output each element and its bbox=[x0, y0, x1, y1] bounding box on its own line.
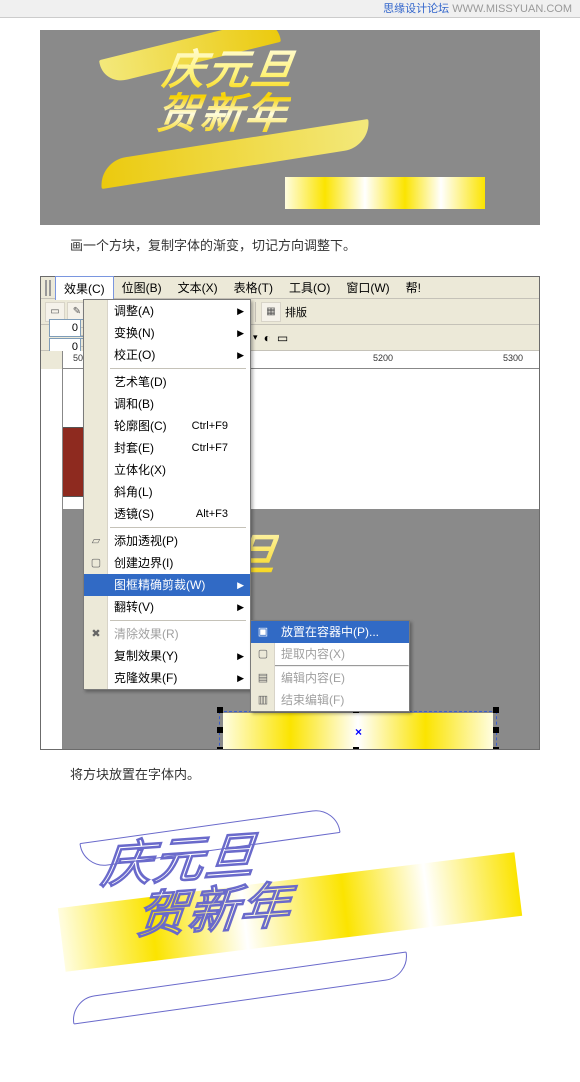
figure-3: 庆元旦 贺新年 bbox=[40, 805, 540, 1055]
menu-item-clone-effect[interactable]: 克隆效果(F)▶ bbox=[84, 667, 250, 689]
hotkey-label: Ctrl+F7 bbox=[192, 437, 228, 459]
caption-2: 将方块放置在字体内。 bbox=[70, 764, 580, 783]
menu-item-adjust[interactable]: 调整(A)▶ bbox=[84, 300, 250, 322]
menu-item-transform[interactable]: 变换(N)▶ bbox=[84, 322, 250, 344]
menu-item-add-perspective[interactable]: ▱添加透视(P) bbox=[84, 530, 250, 552]
selection-center-icon[interactable]: × bbox=[355, 725, 365, 735]
menu-effects[interactable]: 效果(C) bbox=[55, 276, 114, 300]
perspective-icon: ▱ bbox=[88, 533, 104, 549]
site-header: 思缘设计论坛 WWW.MISSYUAN.COM bbox=[0, 0, 580, 18]
menu-item-envelope[interactable]: 封套(E)Ctrl+F7 bbox=[84, 437, 250, 459]
menu-table[interactable]: 表格(T) bbox=[226, 276, 281, 299]
menu-item-flip[interactable]: 翻转(V)▶ bbox=[84, 596, 250, 618]
menu-item-place-in-container[interactable]: ▣放置在容器中(P)... bbox=[251, 621, 409, 643]
submenu-arrow-icon: ▶ bbox=[237, 645, 244, 667]
separator bbox=[255, 302, 256, 322]
selection-handle[interactable] bbox=[217, 707, 223, 713]
dropdown-arrow-icon[interactable]: ▾ bbox=[253, 332, 258, 343]
selection-handle[interactable] bbox=[493, 707, 499, 713]
hotkey-label: Alt+F3 bbox=[196, 503, 228, 525]
menu-item-lens[interactable]: 透镜(S)Alt+F3 bbox=[84, 503, 250, 525]
menu-item-extract: ▢提取内容(X) bbox=[251, 643, 409, 665]
menubar-handle[interactable] bbox=[45, 280, 51, 296]
coreldraw-window: 效果(C) 位图(B) 文本(X) 表格(T) 工具(O) 窗口(W) 帮! ▭… bbox=[40, 276, 540, 750]
outline-line-2: 贺新年 bbox=[134, 879, 294, 942]
selection-handle[interactable] bbox=[493, 727, 499, 733]
menu-item-art-pen[interactable]: 艺术笔(D) bbox=[84, 371, 250, 393]
submenu-arrow-icon: ▶ bbox=[237, 596, 244, 618]
site-name: 思缘设计论坛 bbox=[383, 3, 449, 15]
layout-label: 排版 bbox=[285, 304, 307, 320]
ruler-label: 5200 bbox=[373, 353, 393, 363]
gold-text-art: 庆元旦 贺新年 bbox=[154, 48, 298, 136]
selection-handle[interactable] bbox=[493, 747, 499, 749]
outline-text: 庆元旦 贺新年 bbox=[93, 826, 299, 944]
submenu-arrow-icon: ▶ bbox=[237, 667, 244, 689]
submenu-arrow-icon: ▶ bbox=[237, 574, 244, 596]
submenu-arrow-icon: ▶ bbox=[237, 344, 244, 366]
ruler-label: 5300 bbox=[503, 353, 523, 363]
edit-icon: ▤ bbox=[255, 670, 271, 686]
menu-text[interactable]: 文本(X) bbox=[170, 276, 226, 299]
menu-item-extrude[interactable]: 立体化(X) bbox=[84, 459, 250, 481]
menu-separator bbox=[110, 368, 246, 369]
menu-item-clear-effect: ✖清除效果(R) bbox=[84, 623, 250, 645]
menu-separator bbox=[110, 527, 246, 528]
vertical-ruler bbox=[41, 369, 63, 749]
menu-window[interactable]: 窗口(W) bbox=[338, 276, 397, 299]
menu-help[interactable]: 帮! bbox=[398, 276, 429, 299]
figure-1: 庆元旦 贺新年 bbox=[40, 30, 540, 225]
effects-menu-dropdown: 调整(A)▶ 变换(N)▶ 校正(O)▶ 艺术笔(D) 调和(B) 轮廓图(C)… bbox=[83, 299, 251, 690]
selection-handle[interactable] bbox=[353, 747, 359, 749]
menu-item-powerclip[interactable]: 图框精确剪裁(W)▶ bbox=[84, 574, 250, 596]
menu-item-blend[interactable]: 调和(B) bbox=[84, 393, 250, 415]
site-url: WWW.MISSYUAN.COM bbox=[452, 3, 572, 15]
caption-1: 画一个方块，复制字体的渐变，切记方向调整下。 bbox=[70, 235, 580, 254]
menu-bar: 效果(C) 位图(B) 文本(X) 表格(T) 工具(O) 窗口(W) 帮! bbox=[41, 277, 539, 299]
menu-tools[interactable]: 工具(O) bbox=[281, 276, 338, 299]
menu-item-correct[interactable]: 校正(O)▶ bbox=[84, 344, 250, 366]
menu-separator bbox=[110, 620, 246, 621]
layout-icon[interactable]: ▦ bbox=[261, 302, 281, 322]
menu-bitmap[interactable]: 位图(B) bbox=[114, 276, 170, 299]
container-icon: ▣ bbox=[255, 624, 271, 640]
extract-icon: ▢ bbox=[255, 646, 271, 662]
selection-handle[interactable] bbox=[217, 747, 223, 749]
submenu-arrow-icon: ▶ bbox=[237, 300, 244, 322]
menu-item-contour[interactable]: 轮廓图(C)Ctrl+F9 bbox=[84, 415, 250, 437]
menu-item-edit-content: ▤编辑内容(E) bbox=[251, 667, 409, 689]
submenu-arrow-icon: ▶ bbox=[237, 322, 244, 344]
tool-icon[interactable]: ◐ bbox=[264, 331, 271, 345]
menu-item-bevel[interactable]: 斜角(L) bbox=[84, 481, 250, 503]
gradient-rectangle bbox=[285, 177, 485, 209]
menu-item-copy-effect[interactable]: 复制效果(Y)▶ bbox=[84, 645, 250, 667]
tool-icon[interactable]: ▭ bbox=[277, 331, 288, 345]
selection-handle[interactable] bbox=[217, 727, 223, 733]
menu-item-finish-edit: ▥结束编辑(F) bbox=[251, 689, 409, 711]
clear-icon: ✖ bbox=[88, 626, 104, 642]
boundary-icon: ▢ bbox=[88, 555, 104, 571]
text-line-1: 庆元旦 bbox=[160, 48, 298, 92]
finish-icon: ▥ bbox=[255, 692, 271, 708]
powerclip-submenu: ▣放置在容器中(P)... ▢提取内容(X) ▤编辑内容(E) ▥结束编辑(F) bbox=[250, 620, 410, 712]
hotkey-label: Ctrl+F9 bbox=[192, 415, 228, 437]
text-line-2: 贺新年 bbox=[154, 92, 292, 136]
ruler-corner bbox=[41, 351, 63, 369]
menu-item-create-boundary[interactable]: ▢创建边界(I) bbox=[84, 552, 250, 574]
